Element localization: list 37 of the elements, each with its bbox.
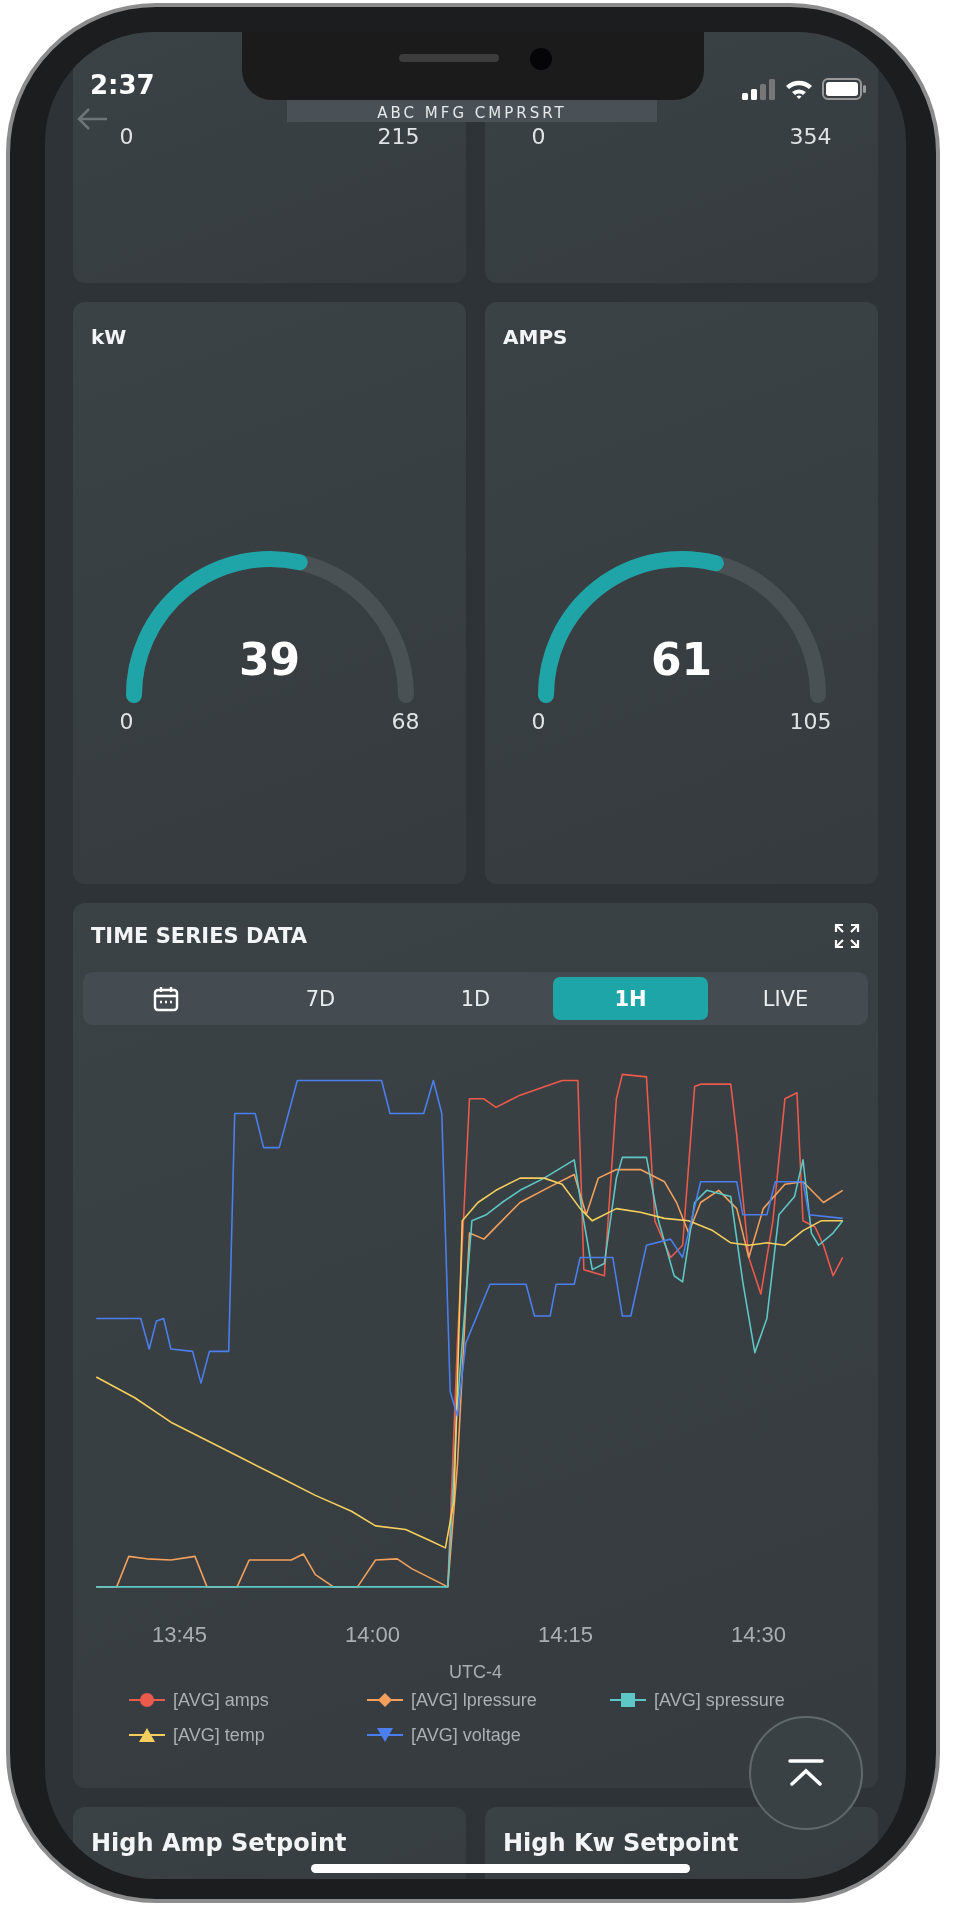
gauge-min-label: 0 xyxy=(119,709,134,735)
range-tab[interactable]: LIVE xyxy=(708,977,863,1020)
gauge-max-label: 215 xyxy=(377,124,420,150)
legend-label[interactable]: [AVG] spressure xyxy=(654,1689,785,1711)
gauge-min-label: 0 xyxy=(531,709,546,735)
card-title: High Amp Setpoint xyxy=(91,1829,348,1857)
axis-tick-label: 14:30 xyxy=(729,1623,788,1647)
axis-tick-label: 14:00 xyxy=(343,1623,402,1647)
legend-label[interactable]: [AVG] lpressure xyxy=(411,1689,537,1711)
timezone-label: UTC-4 xyxy=(448,1662,503,1682)
gauge-min-label: 0 xyxy=(119,124,134,150)
gauge-title: kW xyxy=(91,324,128,350)
gauge-max-label: 105 xyxy=(789,709,832,735)
page-title: ABC MFG CMPRSRT xyxy=(287,100,657,122)
range-tab[interactable]: 1H xyxy=(553,977,708,1020)
gauge-max-label: 68 xyxy=(391,709,420,735)
battery-icon xyxy=(822,78,868,100)
legend-label[interactable]: [AVG] amps xyxy=(173,1689,269,1711)
gauge-value: 39 xyxy=(237,636,302,684)
legend-label[interactable]: [AVG] voltage xyxy=(411,1724,521,1746)
card-title: TIME SERIES DATA xyxy=(91,924,307,948)
gauge-value: 61 xyxy=(649,636,714,684)
axis-tick-label: 13:45 xyxy=(150,1623,209,1647)
gauge-max-label: 354 xyxy=(789,124,832,150)
calendar-icon xyxy=(151,984,180,1013)
chevron-up-icon xyxy=(786,1758,826,1788)
legend-label[interactable]: [AVG] temp xyxy=(173,1724,265,1746)
card-title: High Kw Setpoint xyxy=(503,1829,740,1857)
signal-icon xyxy=(742,78,776,100)
range-tab[interactable]: 1D xyxy=(398,977,553,1020)
wifi-icon xyxy=(784,78,814,100)
gauge-min-label: 0 xyxy=(531,124,546,150)
range-tab[interactable]: 7D xyxy=(243,977,398,1020)
gauge-title: AMPS xyxy=(503,324,569,350)
axis-tick-label: 14:15 xyxy=(536,1623,595,1647)
status-time: 2:37 xyxy=(90,70,155,100)
expand-icon[interactable] xyxy=(834,923,860,949)
